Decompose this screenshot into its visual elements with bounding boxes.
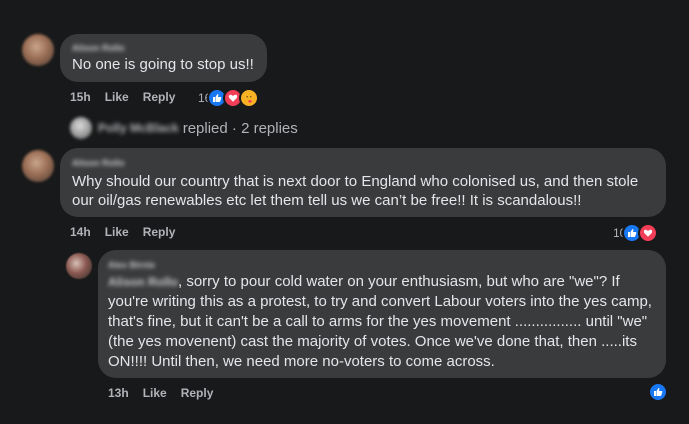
reply-time[interactable]: 13h xyxy=(108,386,129,400)
view-replies-link[interactable]: Polly McBlack replied · 2 replies xyxy=(70,117,298,139)
replier-name: Polly McBlack xyxy=(98,121,179,135)
commenter-avatar[interactable] xyxy=(22,150,54,182)
replies-count-text: replied · 2 replies xyxy=(182,119,298,137)
reply-actions: 13h Like Reply xyxy=(108,386,213,400)
like-icon xyxy=(648,382,668,402)
like-button[interactable]: Like xyxy=(143,386,167,400)
comment-author[interactable]: Alison Rollo xyxy=(72,158,125,168)
reaction-summary[interactable]: 10 xyxy=(613,223,659,243)
reaction-summary[interactable]: 16 xyxy=(198,88,260,108)
comment-text-line-2: our oil/gas renewables etc let them tell… xyxy=(72,192,582,209)
reply-text-first: , sorry to pour cold water on your enthu… xyxy=(178,273,620,290)
reaction-summary[interactable] xyxy=(645,382,668,402)
care-icon xyxy=(239,88,260,108)
comment-actions: 14h Like Reply xyxy=(70,225,175,239)
reply-text-line-3: that's fine, but it can't be a call to a… xyxy=(108,313,648,330)
comment-text-line-1: Why should our country that is next door… xyxy=(72,173,639,190)
reply-author[interactable]: Alex Birnie xyxy=(108,260,155,270)
comment-actions: 15h Like Reply xyxy=(70,90,175,104)
comment-author[interactable]: Alison Rollo xyxy=(72,43,125,53)
reply-bubble: Alex Birnie Alison Rollo, sorry to pour … xyxy=(98,250,666,378)
like-button[interactable]: Like xyxy=(105,225,129,239)
comment-bubble: Alison Rollo Why should our country that… xyxy=(60,148,666,217)
reply-text-line-4: (the yes movenent) cast the majority of … xyxy=(108,333,637,350)
reply-button[interactable]: Reply xyxy=(143,90,176,104)
mention-link[interactable]: Alison Rollo xyxy=(108,275,178,289)
reply-button[interactable]: Reply xyxy=(181,386,214,400)
reply-text-line-2: you're writing this as a protest, to try… xyxy=(108,293,652,310)
love-icon xyxy=(638,223,659,243)
reply-text-line-5: ON!!!! Until then, we need more no-voter… xyxy=(108,353,495,370)
commenter-avatar[interactable] xyxy=(22,34,54,66)
replier-avatar[interactable] xyxy=(66,253,92,279)
comment-bubble: Alison Rollo No one is going to stop us!… xyxy=(60,34,267,82)
reply-button[interactable]: Reply xyxy=(143,225,176,239)
comment-time[interactable]: 15h xyxy=(70,90,91,104)
comment-time[interactable]: 14h xyxy=(70,225,91,239)
reply-text-line-1: Alison Rollo, sorry to pour cold water o… xyxy=(108,272,620,292)
replier-avatar xyxy=(70,117,92,139)
like-button[interactable]: Like xyxy=(105,90,129,104)
comment-text: No one is going to stop us!! xyxy=(72,56,254,73)
